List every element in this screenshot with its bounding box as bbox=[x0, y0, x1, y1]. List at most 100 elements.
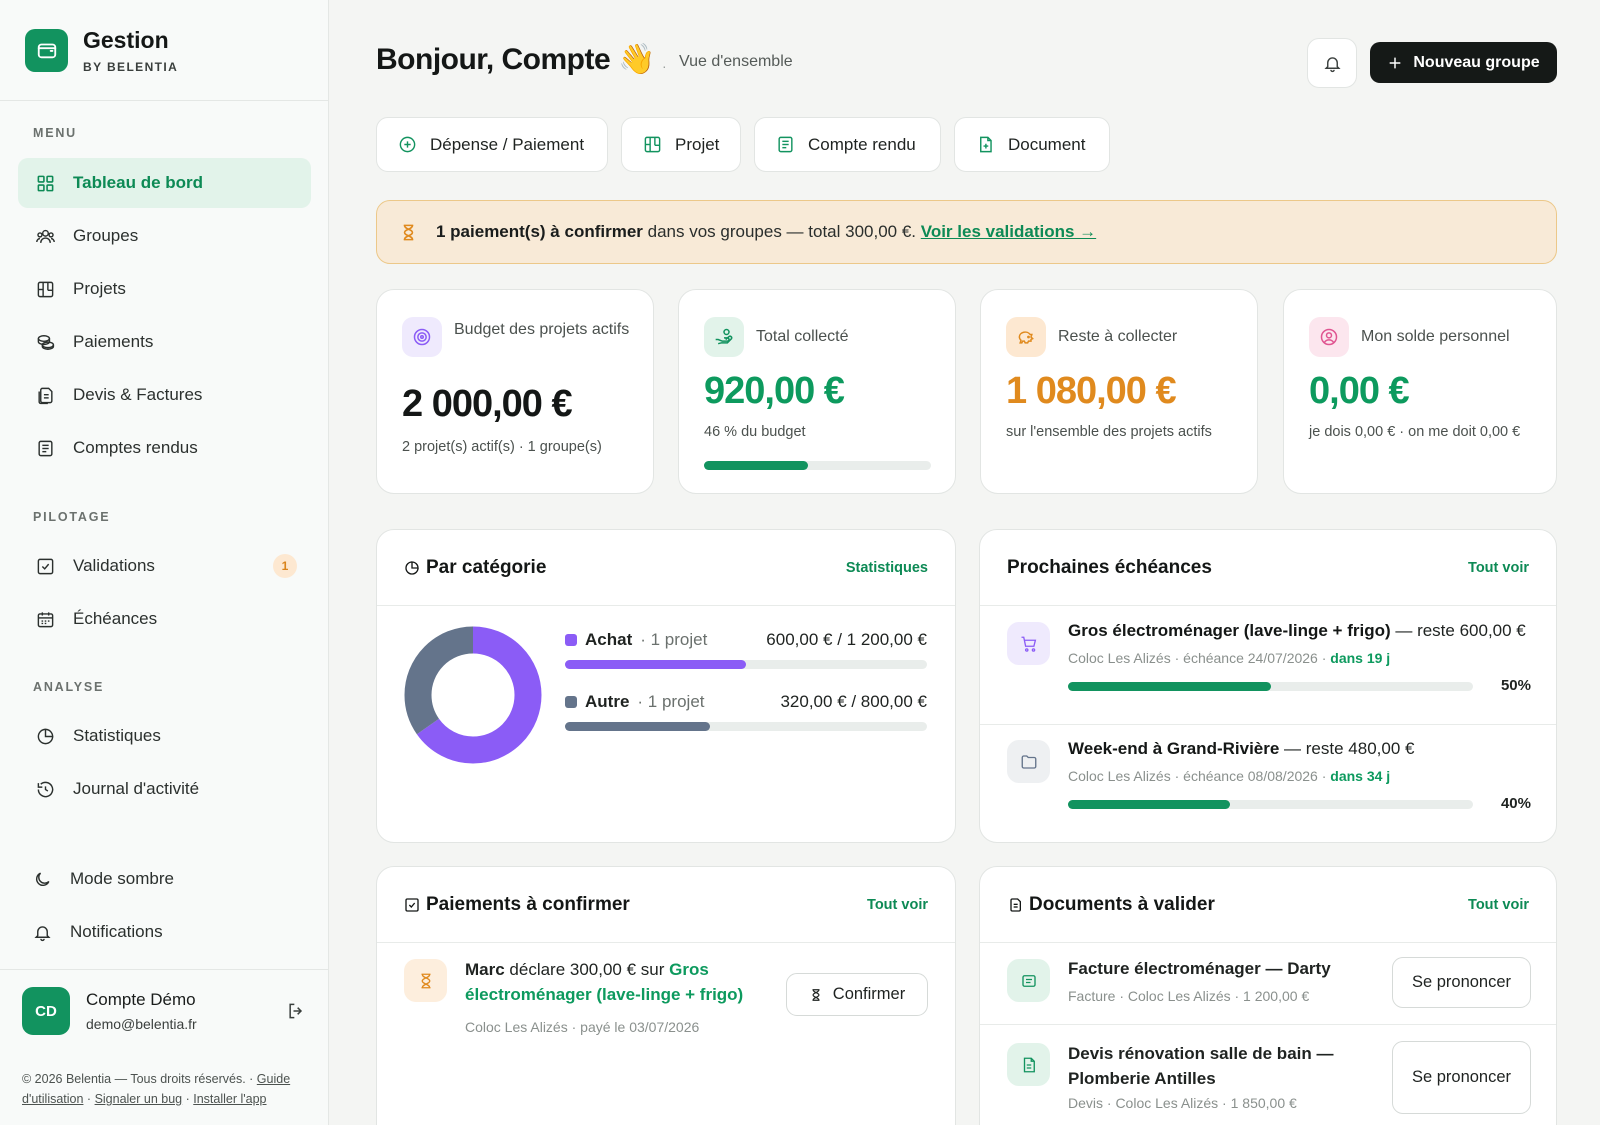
logout-icon[interactable] bbox=[286, 1001, 306, 1021]
documents-to-validate-panel: Documents à valider Tout voir Facture él… bbox=[979, 866, 1557, 1125]
sidebar-item-dashboard[interactable]: Tableau de bord bbox=[18, 158, 311, 208]
stat-subtext: sur l'ensemble des projets actifs bbox=[1006, 424, 1212, 440]
sidebar-item-label: Devis & Factures bbox=[73, 385, 203, 404]
notifications-button[interactable] bbox=[1307, 38, 1357, 88]
panel-header: Prochaines échéances Tout voir bbox=[980, 530, 1556, 606]
sidebar-item-label: Mode sombre bbox=[70, 869, 174, 888]
payment-text: déclare 300,00 € sur bbox=[504, 960, 670, 979]
category-amount: 320,00 € / 800,00 € bbox=[780, 692, 927, 711]
new-group-button[interactable]: Nouveau groupe bbox=[1370, 42, 1557, 83]
category-panel: Par catégorie Statistiques Achat · 1 pro… bbox=[376, 529, 956, 843]
quick-action-label: Dépense / Paiement bbox=[430, 134, 585, 154]
sidebar-item-label: Échéances bbox=[73, 609, 158, 628]
stat-subtext: 46 % du budget bbox=[704, 424, 806, 440]
new-expense-button[interactable]: Dépense / Paiement bbox=[376, 117, 608, 172]
sidebar-item-projects[interactable]: Projets bbox=[18, 264, 311, 314]
calendar-icon bbox=[37, 611, 54, 627]
stat-label: Mon solde personnel bbox=[1361, 328, 1510, 345]
alert-text: 1 paiement(s) à confirmer dans vos group… bbox=[436, 222, 1096, 242]
view-all-payments-link[interactable]: Tout voir bbox=[867, 897, 928, 913]
files-icon bbox=[38, 387, 53, 404]
footer-separator: · bbox=[182, 1092, 194, 1106]
sidebar-item-quotes-invoices[interactable]: Devis & Factures bbox=[18, 370, 311, 420]
breadcrumb: Vue d'ensemble bbox=[679, 53, 793, 70]
due-item-meta: Coloc Les Alizés · échéance 24/07/2026 · bbox=[1068, 650, 1331, 666]
sidebar-item-statistics[interactable]: Statistiques bbox=[18, 711, 311, 761]
user-name: Compte Démo bbox=[86, 990, 196, 1009]
install-app-link[interactable]: Installer l'app bbox=[193, 1092, 266, 1106]
sidebar-item-groups[interactable]: Groupes bbox=[18, 211, 311, 261]
due-item[interactable]: Gros électroménager (lave-linge + frigo)… bbox=[980, 607, 1556, 724]
due-item-days: dans 34 j bbox=[1330, 768, 1391, 784]
due-item-remaining: — reste 600,00 € bbox=[1390, 621, 1526, 640]
sidebar-item-activity-log[interactable]: Journal d'activité bbox=[18, 764, 311, 814]
confirm-label: Confirmer bbox=[832, 985, 906, 1003]
sidebar-item-label: Paiements bbox=[73, 332, 154, 351]
review-document-button[interactable]: Se prononcer bbox=[1392, 1041, 1531, 1114]
brand[interactable]: Gestion BY BELENTIA bbox=[0, 0, 328, 101]
sidebar-item-due-dates[interactable]: Échéances bbox=[18, 594, 311, 644]
avatar: CD bbox=[22, 987, 70, 1035]
moon-icon bbox=[36, 872, 50, 886]
view-validations-link[interactable]: Voir les validations → bbox=[921, 222, 1096, 241]
panel-header: Paiements à confirmer Tout voir bbox=[377, 867, 955, 943]
category-progress-fill bbox=[565, 722, 710, 731]
sidebar-item-label: Notifications bbox=[70, 922, 163, 941]
piggy-bank-icon bbox=[1006, 317, 1046, 357]
category-count: · 1 projet bbox=[640, 630, 708, 649]
stat-card-remaining: Reste à collecter 1 080,00 € sur l'ensem… bbox=[980, 289, 1258, 494]
review-label: Se prononcer bbox=[1411, 1068, 1512, 1086]
new-document-button[interactable]: Document bbox=[954, 117, 1110, 172]
category-donut-chart bbox=[404, 626, 542, 764]
nav-section-analyse: ANALYSE bbox=[33, 680, 105, 694]
cart-icon bbox=[1007, 622, 1050, 665]
due-progress-fill bbox=[1068, 682, 1271, 691]
sidebar-item-label: Projets bbox=[73, 279, 126, 298]
collected-progress-bar bbox=[704, 461, 931, 470]
main-content: Bonjour, Compte 👋 · Vue d'ensemble Nouve… bbox=[329, 0, 1600, 1125]
files-icon bbox=[1010, 897, 1021, 912]
review-document-button[interactable]: Se prononcer bbox=[1392, 957, 1531, 1008]
due-progress-percent: 40% bbox=[1500, 795, 1531, 812]
stat-subtext: je dois 0,00 € · on me doit 0,00 € bbox=[1309, 424, 1521, 440]
payment-description: Marc déclare 300,00 € sur Gros électromé… bbox=[465, 957, 765, 1007]
hourglass-icon bbox=[812, 988, 820, 1001]
due-item-name: Week-end à Grand-Rivière bbox=[1068, 739, 1280, 758]
stat-value: 0,00 € bbox=[1309, 370, 1410, 412]
legend-swatch bbox=[565, 696, 577, 708]
stat-value: 920,00 € bbox=[704, 370, 845, 412]
document-title: Devis rénovation salle de bain — Plomber… bbox=[1068, 1044, 1334, 1088]
sidebar: Gestion BY BELENTIA MENU Tableau de bord… bbox=[0, 0, 329, 1125]
due-item-days: dans 19 j bbox=[1330, 650, 1391, 666]
sidebar-item-payments[interactable]: Paiements bbox=[18, 317, 311, 367]
check-square-icon bbox=[405, 897, 419, 912]
confirm-payment-button[interactable]: Confirmer bbox=[786, 973, 928, 1016]
category-progress-bar bbox=[565, 660, 927, 669]
sidebar-item-validations[interactable]: Validations 1 bbox=[18, 541, 311, 591]
new-project-button[interactable]: Projet bbox=[621, 117, 741, 172]
history-icon bbox=[37, 781, 54, 797]
new-group-label: Nouveau groupe bbox=[1413, 53, 1540, 71]
view-all-documents-link[interactable]: Tout voir bbox=[1468, 897, 1529, 913]
sidebar-item-reports[interactable]: Comptes rendus bbox=[18, 423, 311, 473]
panel-title: Paiements à confirmer bbox=[426, 893, 630, 915]
dark-mode-toggle[interactable]: Mode sombre bbox=[15, 854, 308, 904]
stat-label: Total collecté bbox=[756, 328, 849, 345]
kanban-icon bbox=[644, 136, 661, 153]
view-all-due-link[interactable]: Tout voir bbox=[1468, 560, 1529, 576]
new-report-button[interactable]: Compte rendu bbox=[754, 117, 941, 172]
users-icon bbox=[36, 229, 55, 243]
pie-icon bbox=[37, 728, 54, 744]
statistics-link[interactable]: Statistiques bbox=[846, 560, 928, 576]
panel-title: Prochaines échéances bbox=[1007, 556, 1212, 578]
folder-icon bbox=[1007, 740, 1050, 783]
grid-icon bbox=[37, 175, 54, 191]
panel-title: Par catégorie bbox=[426, 556, 547, 578]
category-name: Autre bbox=[585, 692, 630, 711]
user-profile[interactable]: CD Compte Démo demo@belentia.fr bbox=[22, 987, 197, 1035]
notifications-toggle[interactable]: Notifications bbox=[15, 907, 308, 957]
legend-swatch bbox=[565, 634, 577, 646]
coins-icon bbox=[37, 334, 55, 350]
due-item[interactable]: Week-end à Grand-Rivière — reste 480,00 … bbox=[980, 725, 1556, 842]
report-bug-link[interactable]: Signaler un bug bbox=[95, 1092, 183, 1106]
